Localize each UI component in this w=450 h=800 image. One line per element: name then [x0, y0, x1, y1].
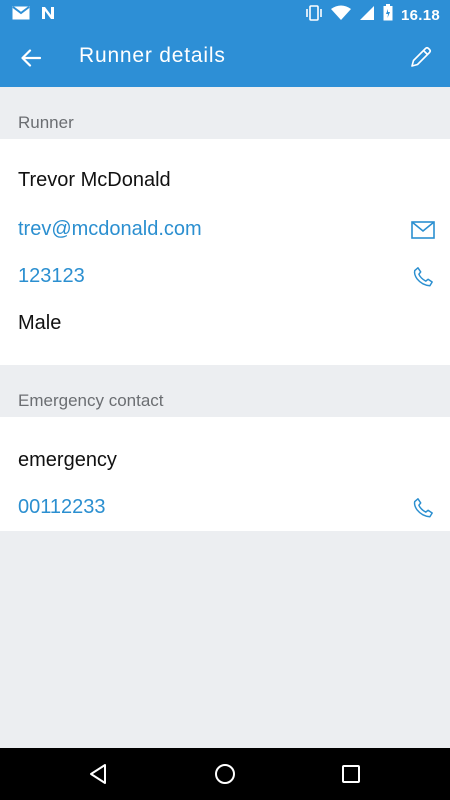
gmail-icon: [12, 6, 30, 25]
emergency-phone-row[interactable]: 00112233: [0, 486, 450, 532]
emergency-section-title: Emergency contact: [18, 391, 164, 410]
battery-icon: [383, 4, 393, 26]
phone-icon: [413, 498, 433, 518]
back-triangle-icon: [90, 764, 106, 784]
nav-back-button[interactable]: [85, 761, 111, 787]
navigation-bar: [0, 748, 450, 800]
runner-phone-link[interactable]: 123123: [18, 265, 85, 288]
call-runner-button[interactable]: [410, 264, 436, 290]
runner-card: Trevor McDonald trev@mcdonald.com 123123…: [0, 139, 450, 365]
runner-gender: Male: [18, 312, 62, 334]
email-button[interactable]: [410, 217, 436, 243]
runner-section-title: Runner: [18, 113, 74, 132]
runner-phone-row[interactable]: 123123: [0, 255, 450, 301]
emergency-name-row: emergency: [0, 439, 450, 485]
home-circle-icon: [215, 764, 235, 784]
wifi-icon: [330, 5, 351, 26]
phone-icon: [413, 267, 433, 287]
runner-name: Trevor McDonald: [18, 169, 171, 191]
vibrate-icon: [305, 4, 323, 26]
emergency-card: emergency 00112233: [0, 417, 450, 531]
nav-recents-button[interactable]: [338, 761, 364, 787]
edit-button[interactable]: [406, 42, 436, 72]
status-time: 16.18: [400, 6, 440, 24]
runner-section-header: Runner: [0, 87, 450, 139]
status-bar: 16.18: [0, 0, 450, 28]
emergency-name: emergency: [18, 449, 117, 471]
runner-gender-row: Male: [0, 302, 450, 348]
recents-square-icon: [342, 765, 360, 783]
runner-email-link[interactable]: trev@mcdonald.com: [18, 218, 202, 241]
mail-icon: [411, 221, 435, 239]
emergency-phone-link[interactable]: 00112233: [18, 496, 106, 519]
runner-name-row: Trevor McDonald: [0, 159, 450, 205]
status-bar-notifications: [12, 5, 56, 26]
back-button[interactable]: [16, 43, 46, 73]
runner-email-row[interactable]: trev@mcdonald.com: [0, 208, 450, 254]
arrow-back-icon: [21, 49, 41, 67]
signal-icon: [359, 5, 375, 26]
status-bar-system: 16.18: [305, 4, 440, 26]
page-title: Runner details: [79, 44, 226, 67]
call-emergency-button[interactable]: [410, 495, 436, 521]
app-bar: Runner details: [0, 28, 450, 87]
n-icon: [40, 5, 56, 26]
nav-home-button[interactable]: [212, 761, 238, 787]
emergency-section-header: Emergency contact: [0, 365, 450, 417]
pencil-icon: [411, 46, 432, 67]
